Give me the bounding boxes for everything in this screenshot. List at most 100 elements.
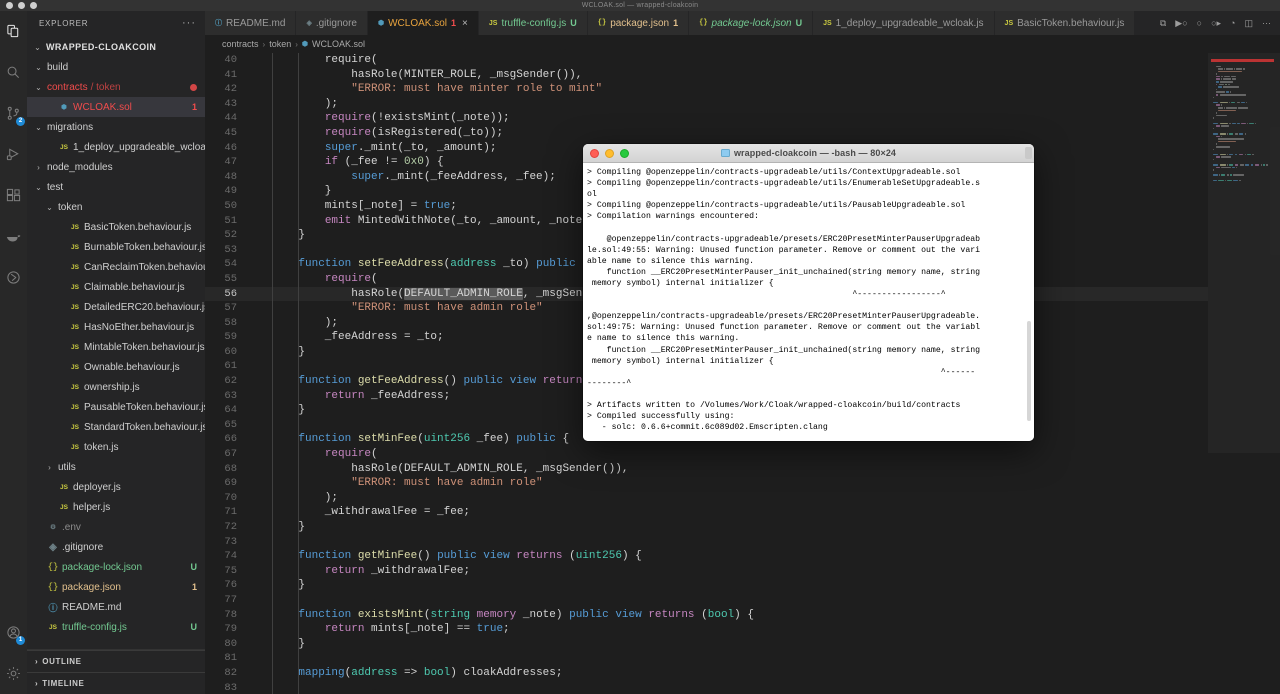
extensions-icon[interactable] bbox=[0, 175, 27, 216]
chevron-right-icon[interactable]: › bbox=[44, 463, 55, 472]
debug-step-icon[interactable]: ○ bbox=[1197, 18, 1202, 28]
code-line[interactable]: 68 hasRole(DEFAULT_ADMIN_ROLE, _msgSende… bbox=[205, 462, 1280, 477]
code-line[interactable]: 70 ); bbox=[205, 491, 1280, 506]
tree-root-folder[interactable]: ⌄ WRAPPED-CLOAKCOIN bbox=[27, 37, 205, 57]
terminal-maximize-button[interactable] bbox=[620, 148, 629, 158]
code-line[interactable]: 73 bbox=[205, 535, 1280, 550]
code-line[interactable]: 44 require(!existsMint(_note)); bbox=[205, 111, 1280, 126]
outline-panel-header[interactable]: › OUTLINE bbox=[27, 650, 205, 672]
tree-item[interactable]: ⌄ contracts / token bbox=[27, 77, 205, 97]
tree-item[interactable]: JS 1_deploy_upgradeable_wcloak.js bbox=[27, 137, 205, 157]
editor-tab[interactable]: ⓘ README.md bbox=[205, 11, 297, 35]
tree-item[interactable]: {} package-lock.json U bbox=[27, 557, 205, 577]
split-layout-icon[interactable]: ◫ bbox=[1244, 18, 1253, 29]
tree-item[interactable]: ⚙ .env bbox=[27, 517, 205, 537]
tree-item[interactable]: JS Ownable.behaviour.js bbox=[27, 357, 205, 377]
terminal-traffic-lights[interactable] bbox=[590, 148, 629, 158]
split-editor-icon[interactable]: ⧉ bbox=[1160, 18, 1166, 29]
tree-item[interactable]: JS HasNoEther.behaviour.js bbox=[27, 317, 205, 337]
tree-item[interactable]: JS deployer.js bbox=[27, 477, 205, 497]
testing-icon[interactable] bbox=[0, 257, 27, 298]
code-line[interactable]: 80 } bbox=[205, 637, 1280, 652]
tree-item[interactable]: JS DetailedERC20.behaviour.js bbox=[27, 297, 205, 317]
chevron-down-icon[interactable]: ⌄ bbox=[33, 63, 44, 72]
tree-item[interactable]: › node_modules bbox=[27, 157, 205, 177]
editor-tab[interactable]: {} package-lock.json U bbox=[689, 11, 814, 35]
tree-item[interactable]: ⌄ token bbox=[27, 197, 205, 217]
tree-item[interactable]: JS StandardToken.behaviour.js bbox=[27, 417, 205, 437]
editor-tab[interactable]: JS BasicToken.behaviour.js bbox=[994, 11, 1136, 35]
code-line[interactable]: 42 "ERROR: must have minter role to mint… bbox=[205, 82, 1280, 97]
tree-item[interactable]: ⓘ README.md bbox=[27, 597, 205, 617]
editor-tab[interactable]: JS truffle-config.js U bbox=[478, 11, 588, 35]
tree-item[interactable]: ◈ .gitignore bbox=[27, 537, 205, 557]
minimap-viewport[interactable] bbox=[1208, 53, 1280, 453]
code-line[interactable]: 78 function existsMint (string memory _no… bbox=[205, 608, 1280, 623]
tree-item[interactable]: › utils bbox=[27, 457, 205, 477]
terminal-close-button[interactable] bbox=[590, 148, 599, 158]
debug-continue-icon[interactable]: ○▸ bbox=[1211, 18, 1221, 29]
tree-item[interactable]: JS PausableToken.behaviour.js bbox=[27, 397, 205, 417]
source-control-icon[interactable]: 2 bbox=[0, 93, 27, 134]
terminal-window[interactable]: wrapped-cloakcoin — -bash — 80×24 > Comp… bbox=[583, 144, 1034, 441]
terminal-scroll-thumb-top[interactable] bbox=[1025, 147, 1032, 159]
tree-item[interactable]: ⬢ WCLOAK.sol 1 bbox=[27, 97, 205, 117]
tree-item[interactable]: JS token.js bbox=[27, 437, 205, 457]
tree-item[interactable]: JS ownership.js bbox=[27, 377, 205, 397]
terminal-scrollbar[interactable] bbox=[1025, 146, 1033, 439]
tree-item[interactable]: JS CanReclaimToken.behaviour.js bbox=[27, 257, 205, 277]
breadcrumb-item-contracts[interactable]: contracts bbox=[222, 39, 259, 49]
code-line[interactable]: 82 mapping(address => bool) cloakAddress… bbox=[205, 666, 1280, 681]
code-line[interactable]: 74 function getMinFee() public view retu… bbox=[205, 549, 1280, 564]
breadcrumb[interactable]: contracts › token › ⬢ WCLOAK.sol bbox=[205, 35, 1280, 53]
chevron-down-icon[interactable]: ⌄ bbox=[33, 83, 44, 92]
code-line[interactable]: 43 ); bbox=[205, 97, 1280, 112]
chevron-down-icon[interactable]: ⌄ bbox=[33, 183, 44, 192]
tree-item[interactable]: JS truffle-config.js U bbox=[27, 617, 205, 637]
chevron-down-icon[interactable]: ⌄ bbox=[44, 203, 55, 212]
accounts-icon[interactable]: 1 bbox=[0, 612, 27, 653]
terminal-output[interactable]: > Compiling @openzeppelin/contracts-upgr… bbox=[583, 163, 1034, 441]
close-icon[interactable]: × bbox=[462, 18, 468, 29]
code-line[interactable]: 71 _withdrawalFee = _fee; bbox=[205, 505, 1280, 520]
tree-item[interactable]: JS Claimable.behaviour.js bbox=[27, 277, 205, 297]
code-line[interactable]: 75 return _withdrawalFee; bbox=[205, 564, 1280, 579]
run-debug-icon[interactable] bbox=[0, 134, 27, 175]
editor-tab[interactable]: JS 1_deploy_upgradeable_wcloak.js bbox=[813, 11, 995, 35]
settings-gear-icon[interactable] bbox=[0, 653, 27, 694]
explorer-more-icon[interactable]: ··· bbox=[182, 18, 196, 29]
code-line[interactable]: 76 } bbox=[205, 578, 1280, 593]
code-line[interactable]: 40 require( bbox=[205, 53, 1280, 68]
search-icon[interactable] bbox=[0, 52, 27, 93]
file-tree[interactable]: ⌄ WRAPPED-CLOAKCOIN ⌄ build ⌄ contracts / t… bbox=[27, 35, 205, 649]
tree-item[interactable]: JS BasicToken.behaviour.js bbox=[27, 217, 205, 237]
code-line[interactable]: 41 hasRole(MINTER_ROLE, _msgSender()), bbox=[205, 68, 1280, 83]
debug-start-icon[interactable]: ▶○ bbox=[1175, 18, 1187, 29]
editor-tab[interactable]: ⬢ WCLOAK.sol 1 × bbox=[367, 11, 479, 35]
tree-item[interactable]: ⌄ migrations bbox=[27, 117, 205, 137]
tree-item[interactable]: {} package.json 1 bbox=[27, 577, 205, 597]
tree-item[interactable]: JS MintableToken.behaviour.js bbox=[27, 337, 205, 357]
timeline-panel-header[interactable]: › TIMELINE bbox=[27, 672, 205, 694]
code-line[interactable]: 79 return mints[_note] == true; bbox=[205, 622, 1280, 637]
terminal-minimize-button[interactable] bbox=[605, 148, 614, 158]
docker-icon[interactable] bbox=[0, 216, 27, 257]
code-line[interactable]: 83 bbox=[205, 681, 1280, 694]
code-line[interactable]: 67 require( bbox=[205, 447, 1280, 462]
chevron-right-icon[interactable]: › bbox=[33, 163, 44, 172]
code-line[interactable]: 81 bbox=[205, 651, 1280, 666]
code-line[interactable]: 69 "ERROR: must have admin role" bbox=[205, 476, 1280, 491]
code-line[interactable]: 45 require(isRegistered(_to)); bbox=[205, 126, 1280, 141]
terminal-titlebar[interactable]: wrapped-cloakcoin — -bash — 80×24 bbox=[583, 144, 1034, 163]
tree-item[interactable]: JS helper.js bbox=[27, 497, 205, 517]
chevron-down-icon[interactable]: ⌄ bbox=[33, 123, 44, 132]
debug-coverage-icon[interactable]: ◔ bbox=[1230, 18, 1235, 28]
tree-item[interactable]: JS BurnableToken.behaviour.js bbox=[27, 237, 205, 257]
tree-item[interactable]: ⌄ build bbox=[27, 57, 205, 77]
editor-minimap[interactable] bbox=[1208, 53, 1280, 694]
editor-tab[interactable]: {} package.json 1 bbox=[587, 11, 690, 35]
breadcrumb-item-token[interactable]: token bbox=[269, 39, 291, 49]
code-line[interactable]: 72 } bbox=[205, 520, 1280, 535]
explorer-icon[interactable] bbox=[0, 11, 27, 52]
code-line[interactable]: 77 bbox=[205, 593, 1280, 608]
